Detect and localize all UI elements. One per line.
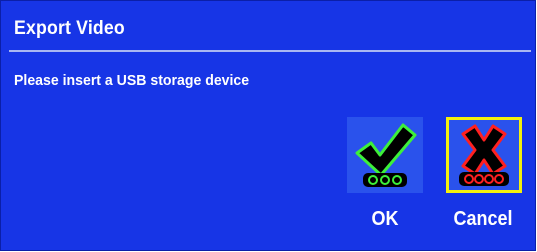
ok-label[interactable]: OK	[342, 208, 428, 231]
export-video-dialog: Export Video Please insert a USB storage…	[0, 0, 536, 251]
ok-button[interactable]	[347, 117, 423, 193]
checkmark-icon	[355, 123, 417, 187]
cancel-label[interactable]: Cancel	[440, 208, 526, 231]
dialog-title: Export Video	[14, 18, 125, 39]
cross-icon	[459, 124, 509, 186]
cancel-button[interactable]	[446, 117, 522, 193]
title-divider	[9, 50, 531, 52]
dialog-message: Please insert a USB storage device	[14, 72, 250, 89]
